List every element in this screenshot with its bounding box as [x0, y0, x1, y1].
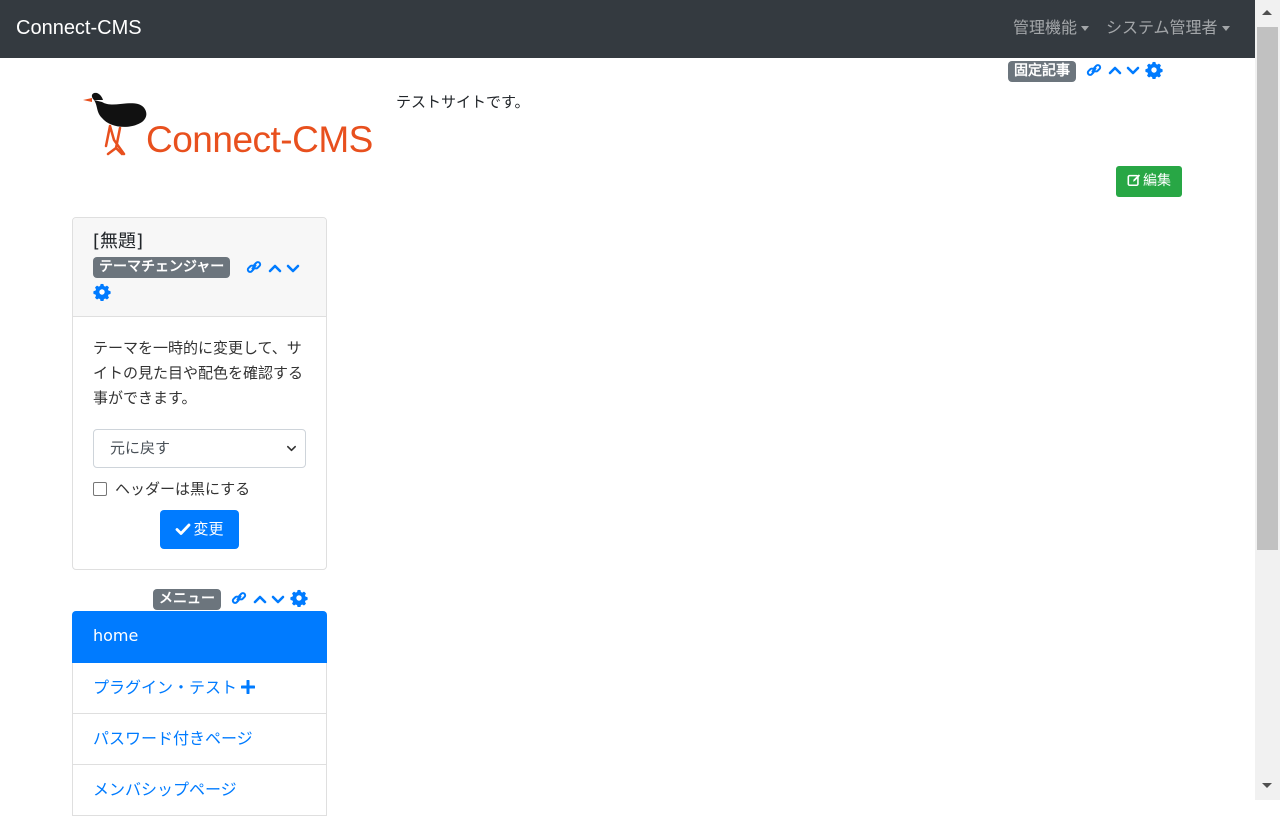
menu-item-plugin-test[interactable]: プラグイン・テスト	[72, 663, 327, 714]
chevron-up-icon[interactable]	[252, 591, 268, 607]
scroll-down-icon[interactable]	[1262, 783, 1272, 788]
svg-text:Connect-CMS: Connect-CMS	[146, 119, 373, 158]
link-icon[interactable]	[246, 259, 262, 275]
site-brand[interactable]: Connect-CMS	[16, 16, 142, 40]
chevron-up-icon[interactable]	[1107, 62, 1123, 78]
nav-system-admin-label: システム管理者	[1106, 18, 1218, 37]
edit-button[interactable]: 編集	[1116, 166, 1182, 197]
chevron-up-icon[interactable]	[267, 260, 283, 276]
fixed-article-text: テストサイトです。	[396, 93, 530, 111]
page-menu: home プラグイン・テスト パスワード付きページ メンバシップページ	[72, 611, 327, 816]
menu-item-home[interactable]: home	[72, 611, 327, 663]
chevron-down-icon	[287, 445, 296, 452]
theme-changer-card: [無題] テーマチェンジャー テーマを一時的に変更して、サイトの見た目や配色を確…	[72, 217, 327, 570]
theme-select[interactable]: 元に戻す	[93, 429, 306, 468]
nav-admin-functions[interactable]: 管理機能	[1013, 18, 1090, 38]
check-icon	[176, 523, 191, 535]
header-black-label: ヘッダーは黒にする	[115, 480, 251, 498]
theme-changer-title: [無題]	[93, 231, 144, 252]
scroll-thumb[interactable]	[1257, 27, 1278, 550]
menu-item-membership-page[interactable]: メンバシップページ	[72, 765, 327, 816]
chevron-down-icon[interactable]	[285, 260, 301, 276]
nav-system-admin[interactable]: システム管理者	[1106, 18, 1230, 38]
nav-admin-functions-label: 管理機能	[1013, 18, 1078, 37]
theme-select-value: 元に戻す	[110, 439, 171, 457]
page-scrollbar[interactable]	[1255, 0, 1280, 800]
menu-item-label: プラグイン・テスト	[93, 678, 238, 697]
site-logo[interactable]: Connect-CMS	[80, 88, 380, 160]
scroll-up-icon[interactable]	[1262, 10, 1272, 15]
top-navbar: Connect-CMS 管理機能 システム管理者	[0, 0, 1255, 58]
caret-down-icon	[1081, 26, 1090, 31]
chevron-down-icon[interactable]	[1125, 62, 1141, 78]
link-icon[interactable]	[1086, 62, 1102, 78]
menu-item-password-page[interactable]: パスワード付きページ	[72, 714, 327, 765]
menu-item-label: メンバシップページ	[93, 780, 237, 799]
link-icon[interactable]	[231, 590, 247, 606]
frame-badge-theme-changer: テーマチェンジャー	[93, 257, 231, 278]
header-black-option[interactable]: ヘッダーは黒にする	[93, 479, 250, 499]
header-black-checkbox[interactable]	[93, 482, 107, 496]
frame-badge-menu: メニュー	[153, 589, 221, 610]
frame-badge-fixed-article: 固定記事	[1008, 61, 1076, 82]
plus-icon[interactable]	[241, 680, 256, 694]
menu-item-label: パスワード付きページ	[93, 729, 253, 748]
gear-icon[interactable]	[290, 589, 308, 607]
gear-icon[interactable]	[93, 283, 111, 301]
chevron-down-icon[interactable]	[270, 591, 286, 607]
caret-down-icon	[1221, 26, 1230, 31]
gear-icon[interactable]	[1145, 61, 1163, 79]
theme-changer-description: テーマを一時的に変更して、サイトの見た目や配色を確認する事ができます。	[93, 339, 304, 407]
menu-item-label: home	[93, 626, 139, 645]
theme-changer-header: [無題] テーマチェンジャー	[73, 218, 326, 317]
change-button-label: 変更	[193, 520, 224, 538]
edit-icon	[1127, 174, 1141, 187]
edit-button-label: 編集	[1143, 173, 1171, 189]
change-button[interactable]: 変更	[160, 510, 239, 549]
